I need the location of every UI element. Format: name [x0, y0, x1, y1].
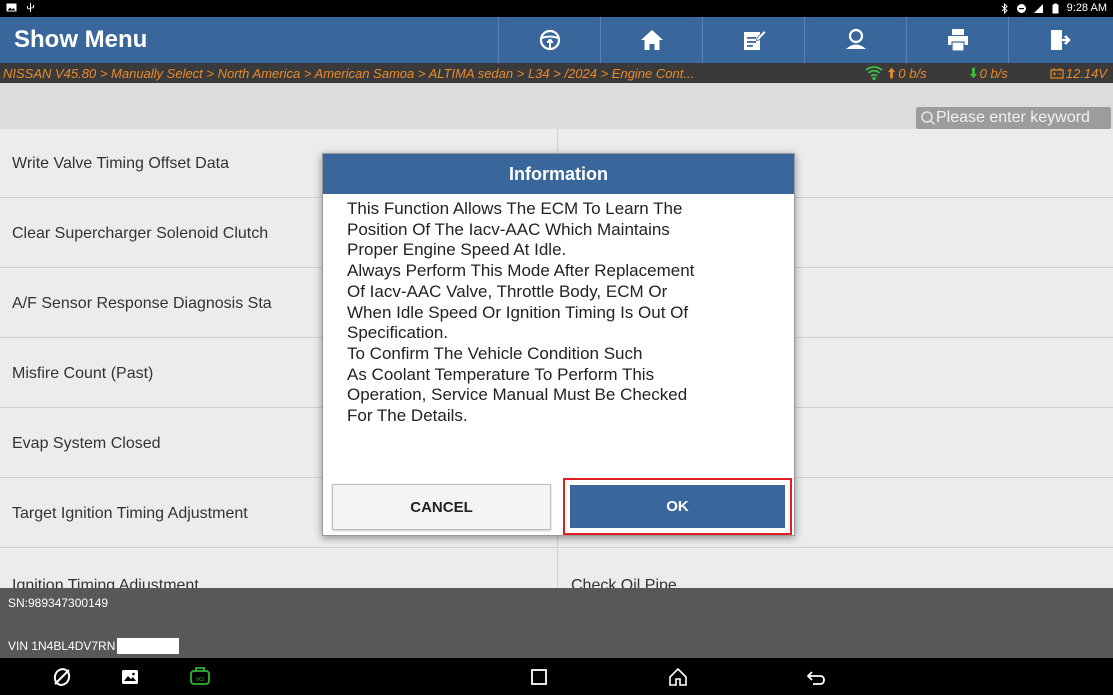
print-button[interactable] [906, 17, 1008, 63]
user-button[interactable] [804, 17, 906, 63]
gallery-icon [6, 2, 17, 13]
list-item[interactable]: Check Oil Pipe [559, 549, 1113, 588]
user-icon [845, 28, 866, 49]
exit-button[interactable] [1008, 17, 1110, 63]
cancel-button[interactable]: CANCEL [332, 484, 551, 530]
svg-text:VCI: VCI [196, 677, 204, 683]
exit-icon [1050, 30, 1071, 50]
signal-icon [1033, 3, 1044, 14]
search-input[interactable] [936, 109, 1106, 127]
vin-redaction [117, 638, 180, 654]
breadcrumb-path: NISSAN V45.80 > Manually Select > North … [3, 65, 695, 81]
search-box [916, 107, 1111, 129]
dialog-message: This Function Allows The ECM To Learn Th… [347, 199, 695, 426]
steering-wheel-button[interactable] [498, 17, 600, 63]
status-bar: 9:28 AM [0, 0, 1113, 17]
steering-wheel-icon [539, 29, 560, 51]
edit-report-icon [743, 29, 767, 50]
print-icon [947, 29, 968, 52]
page-title: Show Menu [14, 26, 148, 53]
vin-label: VIN 1N4BL4DV7RN [8, 639, 116, 653]
browser-icon[interactable] [50, 665, 74, 689]
wifi-icon [865, 66, 883, 81]
device-info-bar: SN:989347300149 VIN 1N4BL4DV7RN [0, 588, 1113, 658]
do-not-disturb-icon [1016, 3, 1027, 14]
home-icon[interactable] [666, 665, 690, 689]
vin-row: VIN 1N4BL4DV7RN [8, 638, 180, 654]
list-item[interactable]: Ignition Timing Adjustment [0, 549, 558, 588]
back-icon[interactable] [804, 665, 828, 689]
ok-button[interactable]: OK [570, 485, 785, 528]
gallery-icon[interactable] [118, 665, 142, 689]
edit-report-button[interactable] [702, 17, 804, 63]
usb-icon [25, 2, 36, 13]
toolbar [498, 17, 1110, 63]
serial-number: SN:989347300149 [8, 596, 109, 610]
car-battery-icon [1050, 68, 1064, 79]
upload-arrow-icon [888, 67, 896, 79]
search-icon [921, 111, 936, 126]
information-dialog: Information This Function Allows The ECM… [322, 153, 795, 536]
dialog-buttons: CANCEL OK [323, 476, 794, 535]
connection-stats: 0 b/s 0 b/s 12.14V [865, 65, 1107, 81]
home-button[interactable] [600, 17, 702, 63]
bluetooth-icon [999, 2, 1010, 14]
system-nav-bar: VCI [0, 658, 1113, 695]
dialog-title: Information [323, 154, 794, 194]
ok-highlight-frame: OK [563, 478, 792, 535]
search-row [0, 83, 1113, 129]
vci-icon[interactable]: VCI [188, 665, 212, 689]
battery-icon [1050, 3, 1061, 14]
battery-voltage: 12.14V [1050, 66, 1107, 81]
recents-icon[interactable] [527, 665, 551, 689]
app-header: Show Menu [0, 17, 1113, 63]
clock: 9:28 AM [1066, 2, 1107, 14]
list-row: Ignition Timing Adjustment Check Oil Pip… [0, 549, 1113, 588]
home-icon [640, 30, 663, 50]
breadcrumb: NISSAN V45.80 > Manually Select > North … [0, 63, 1113, 83]
download-rate: 0 b/s [969, 66, 1008, 81]
download-arrow-icon [969, 67, 977, 79]
upload-rate: 0 b/s [887, 66, 927, 81]
